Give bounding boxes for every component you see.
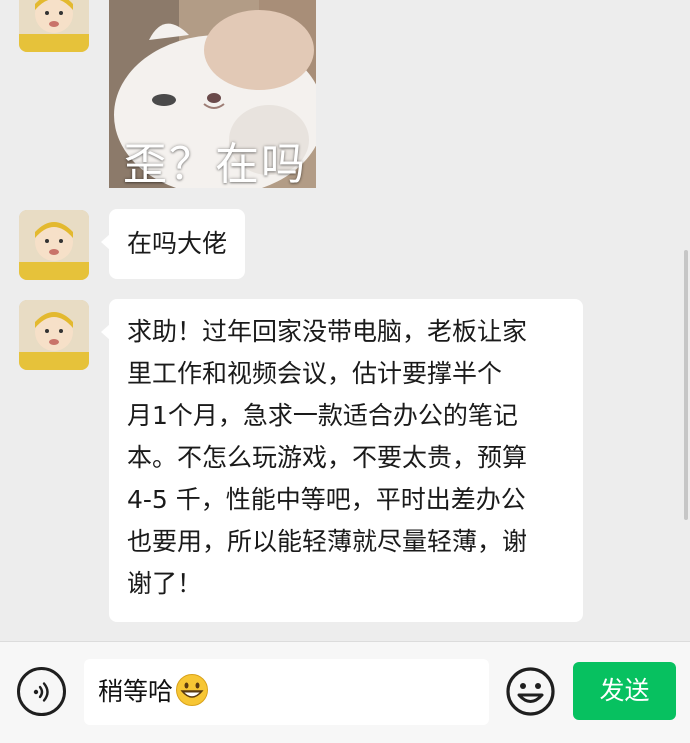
input-bar: 稍等哈 发送 [0, 641, 690, 743]
sender-avatar[interactable] [19, 0, 89, 52]
emoji-button[interactable] [505, 666, 556, 717]
sender-avatar[interactable] [19, 210, 89, 280]
sticker-caption: 歪？在吗 [123, 139, 307, 188]
sender-avatar[interactable] [19, 300, 89, 370]
message-bubble[interactable]: 在吗大佬 [100, 209, 246, 279]
draft-text: 稍等哈 [98, 677, 174, 706]
avatar-baby-image [19, 0, 89, 52]
grinning-face-emoji [176, 674, 209, 706]
message-line: 里工作和视频会议，估计要撑半个 [127, 359, 503, 388]
send-button[interactable]: 发送 [573, 662, 676, 720]
emoji-icon [506, 667, 555, 716]
message-line: 月1个月，急求一款适合办公的笔记 [127, 401, 518, 430]
avatar-baby-image [19, 300, 89, 370]
avatar-baby-image [19, 210, 89, 280]
message-line: 求助！过年回家没带电脑，老板让家 [127, 317, 528, 346]
message-line: 也要用，所以能轻薄就尽量轻薄，谢 [127, 527, 528, 556]
message-text: 在吗大佬 [127, 229, 228, 258]
message-line: 4-5 千，性能中等吧，平时出差办公 [127, 485, 526, 514]
message-bubble[interactable]: 求助！过年回家没带电脑，老板让家 里工作和视频会议，估计要撑半个 月1个月，急求… [101, 299, 583, 622]
chat-scrollbar[interactable] [684, 250, 688, 520]
voice-icon [33, 681, 49, 702]
voice-button[interactable] [17, 667, 66, 716]
cat-sticker[interactable]: 歪？在吗 [109, 0, 316, 188]
message-line: 本。不怎么玩游戏，不要太贵，预算 [127, 443, 528, 472]
message-input[interactable]: 稍等哈 [84, 659, 489, 725]
message-line: 谢了！ [127, 569, 203, 598]
